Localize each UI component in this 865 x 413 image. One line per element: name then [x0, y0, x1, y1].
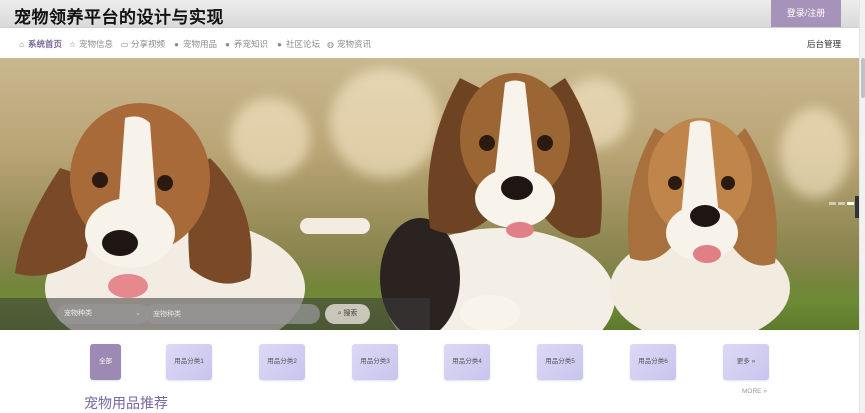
search-bar: 宠物种类 ⌄ ⌕ 搜索: [0, 298, 430, 330]
category-button[interactable]: 用品分类3: [352, 344, 398, 380]
hero-banner: 宠物种类 ⌄ ⌕ 搜索: [0, 58, 859, 330]
folder-icon: ▭: [120, 40, 129, 49]
puppy-center: [380, 73, 615, 330]
carousel-indicators: [827, 192, 854, 210]
nav-item-label: 社区论坛: [286, 39, 321, 49]
category-button[interactable]: 用品分类5: [537, 344, 583, 380]
page-scrollbar[interactable]: [859, 0, 865, 413]
main-nav: ⌂ 系统首页 ☆ 宠物信息 ▭ 分享视频 ● 宠物用品 ● 养宠知识 ● 社区论坛 ◍ 宠物资…: [0, 28, 865, 58]
more-link[interactable]: MORE »: [742, 388, 767, 395]
carousel-dot[interactable]: [829, 202, 836, 205]
top-header: 宠物领养平台的设计与实现 登录/注册: [0, 0, 865, 28]
question-icon: ●: [225, 40, 230, 49]
carousel-dot[interactable]: [838, 202, 845, 205]
nav-item-forum[interactable]: ● 社区论坛: [275, 38, 320, 50]
nav-item-home[interactable]: ⌂ 系统首页: [17, 38, 62, 50]
search-button-label: 搜索: [343, 310, 358, 317]
nav-item-label: 宠物信息: [79, 39, 114, 49]
carousel-dot-active[interactable]: [847, 202, 854, 205]
nav-item-label: 养宠知识: [234, 39, 269, 49]
puppies-illustration: [15, 73, 790, 330]
nav-item-label: 宠物资讯: [337, 39, 372, 49]
category-button[interactable]: 用品分类1: [166, 344, 212, 380]
nav-item-label: 分享视频: [131, 39, 166, 49]
search-input[interactable]: [145, 304, 320, 324]
search-button[interactable]: ⌕ 搜索: [325, 304, 370, 324]
category-button[interactable]: 用品分类6: [630, 344, 676, 380]
puppy-left: [15, 103, 370, 330]
nav-item-pet-info[interactable]: ☆ 宠物信息: [68, 38, 113, 50]
login-register-button[interactable]: 登录/注册: [771, 0, 841, 27]
category-select[interactable]: 宠物种类 ⌄: [57, 304, 149, 324]
admin-link[interactable]: 后台管理: [807, 38, 841, 50]
nav-item-pet-supplies[interactable]: ● 宠物用品: [172, 38, 217, 50]
nav-item-pet-news[interactable]: ◍ 宠物资讯: [326, 38, 371, 50]
nav-item-label: 宠物用品: [183, 39, 218, 49]
category-button[interactable]: 用品分类4: [444, 344, 490, 380]
section-title: 宠物用品推荐: [84, 396, 168, 412]
home-icon: ⌂: [19, 40, 24, 49]
info-icon: ●: [277, 40, 282, 49]
nav-item-share-video[interactable]: ▭ 分享视频: [120, 38, 165, 50]
nav-item-label: 系统首页: [28, 39, 63, 49]
nav-item-pet-knowledge[interactable]: ● 养宠知识: [223, 38, 268, 50]
star-icon: ☆: [68, 40, 77, 49]
category-button[interactable]: 用品分类2: [259, 344, 305, 380]
site-title: 宠物领养平台的设计与实现: [14, 8, 224, 28]
category-all-button[interactable]: 全部: [90, 344, 121, 380]
globe-icon: ◍: [327, 40, 334, 49]
info-icon: ●: [174, 40, 179, 49]
puppy-right: [610, 118, 790, 330]
category-strip: 全部 用品分类1 用品分类2 用品分类3 用品分类4 用品分类5 用品分类6 更…: [0, 330, 859, 413]
search-icon: ⌕: [337, 310, 342, 317]
category-select-value: 宠物种类: [64, 310, 92, 317]
chevron-down-icon: ⌄: [135, 310, 141, 317]
page: 宠物领养平台的设计与实现 登录/注册 ⌂ 系统首页 ☆ 宠物信息 ▭ 分享视频 ● 宠物…: [0, 0, 865, 413]
scrollbar-thumb[interactable]: [861, 58, 865, 98]
category-more-button[interactable]: 更多 »: [723, 344, 769, 380]
